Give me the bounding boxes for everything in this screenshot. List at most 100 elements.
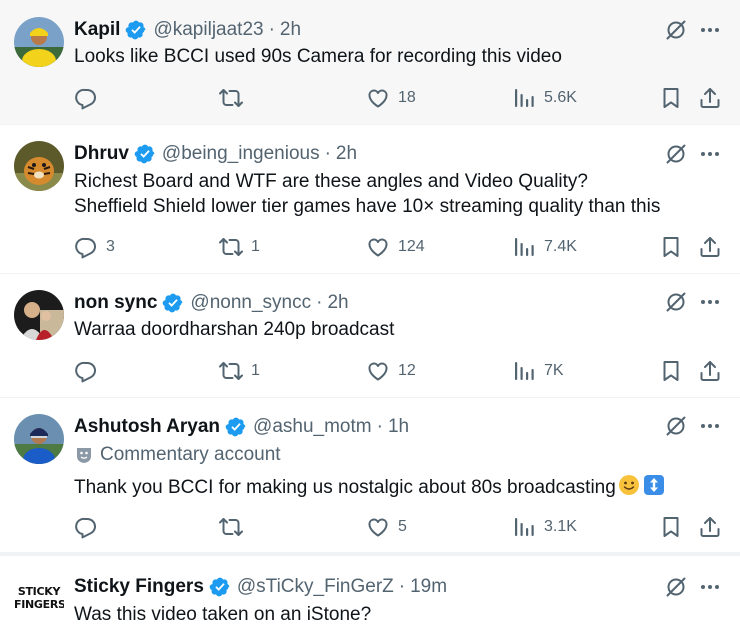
like-button[interactable]: 5 <box>366 515 407 539</box>
share-icon <box>698 359 722 383</box>
like-count: 5 <box>398 518 407 535</box>
timestamp[interactable]: 2h <box>336 143 357 165</box>
like-icon <box>366 86 390 110</box>
reply-button[interactable] <box>74 515 106 539</box>
share-icon <box>698 86 722 110</box>
retweet-icon <box>219 86 243 110</box>
commentary-icon <box>77 448 91 463</box>
reply-button[interactable]: 3 <box>74 235 115 259</box>
like-icon <box>366 359 390 383</box>
timestamp[interactable]: 1h <box>388 416 409 438</box>
share-button[interactable] <box>698 359 722 383</box>
timestamp[interactable]: 19m <box>410 576 447 598</box>
bookmark-icon <box>659 515 683 539</box>
author-handle[interactable]: @sTiCky_FinGerZ <box>237 576 394 598</box>
reply-icon <box>74 359 98 383</box>
tweet-item[interactable]: Kapil @kapiljaat23 · 2h Looks like BCCI … <box>0 0 740 125</box>
tweet-item[interactable]: Dhruv @being_ingenious · 2h Richest Boar… <box>0 125 740 274</box>
more-icon[interactable] <box>698 290 722 314</box>
grok-icon[interactable] <box>664 414 688 438</box>
commentary-label: Commentary account <box>74 444 281 466</box>
separator-dot: · <box>316 292 323 313</box>
avatar[interactable]: STICKY FINGERS <box>14 572 64 622</box>
views-button[interactable]: 7.4K <box>512 235 577 259</box>
avatar[interactable] <box>14 141 64 191</box>
bookmark-icon <box>659 359 683 383</box>
share-button[interactable] <box>698 86 722 110</box>
author-handle[interactable]: @kapiljaat23 <box>153 19 263 41</box>
author-name[interactable]: Kapil <box>74 19 120 41</box>
grok-icon[interactable] <box>664 142 688 166</box>
avatar[interactable] <box>14 414 64 464</box>
verified-badge-icon <box>225 416 247 438</box>
author-name[interactable]: non sync <box>74 292 157 314</box>
author-handle[interactable]: @being_ingenious <box>162 143 320 165</box>
author-name[interactable]: Sticky Fingers <box>74 576 204 598</box>
tweet-text-content: Thank you BCCI for making us nostalgic a… <box>74 477 616 498</box>
more-icon[interactable] <box>698 575 722 599</box>
views-icon <box>512 235 536 259</box>
retweet-button[interactable] <box>219 515 251 539</box>
views-icon <box>512 359 536 383</box>
author-name[interactable]: Dhruv <box>74 143 129 165</box>
tweet-text: Warraa doordharshan 240p broadcast <box>74 319 395 340</box>
up-down-arrow-emoji <box>643 475 664 495</box>
views-button[interactable]: 5.6K <box>512 86 577 110</box>
retweet-button[interactable] <box>219 86 251 110</box>
retweet-icon <box>219 515 243 539</box>
commentary-text: Commentary account <box>100 444 281 465</box>
retweet-icon <box>219 235 243 259</box>
tweet-text: Thank you BCCI for making us nostalgic a… <box>74 474 665 501</box>
views-icon <box>512 86 536 110</box>
more-icon[interactable] <box>698 18 722 42</box>
verified-badge-icon <box>209 576 231 598</box>
like-icon <box>366 515 390 539</box>
more-icon[interactable] <box>698 414 722 438</box>
like-button[interactable]: 18 <box>366 86 416 110</box>
avatar-logo-text: STICKY FINGERS <box>14 572 64 611</box>
retweet-button[interactable]: 1 <box>219 359 260 383</box>
views-button[interactable]: 3.1K <box>512 515 577 539</box>
view-count: 7K <box>544 362 564 379</box>
timestamp[interactable]: 2h <box>280 19 301 41</box>
grok-icon[interactable] <box>664 18 688 42</box>
bookmark-button[interactable] <box>659 86 683 110</box>
retweet-button[interactable]: 1 <box>219 235 260 259</box>
view-count: 3.1K <box>544 518 577 535</box>
views-button[interactable]: 7K <box>512 359 564 383</box>
separator-dot: · <box>268 19 275 40</box>
avatar-logo-line-1: STICKY <box>17 585 61 598</box>
tweet-item[interactable]: STICKY FINGERS Sticky Fingers @sTiCky_Fi… <box>0 553 740 626</box>
like-button[interactable]: 12 <box>366 359 416 383</box>
author-handle[interactable]: @nonn_syncc <box>190 292 311 314</box>
share-icon <box>698 515 722 539</box>
bookmark-button[interactable] <box>659 235 683 259</box>
like-count: 12 <box>398 362 416 379</box>
like-button[interactable]: 124 <box>366 235 425 259</box>
author-name[interactable]: Ashutosh Aryan <box>74 416 220 438</box>
bookmark-button[interactable] <box>659 515 683 539</box>
tweet-text: Richest Board and WTF are these angles a… <box>74 171 588 192</box>
reply-button[interactable] <box>74 359 106 383</box>
grok-icon[interactable] <box>664 290 688 314</box>
grok-icon[interactable] <box>664 575 688 599</box>
timestamp[interactable]: 2h <box>327 292 348 314</box>
share-button[interactable] <box>698 235 722 259</box>
tweet-item[interactable]: Ashutosh Aryan @ashu_motm · 1h Commentar… <box>0 398 740 553</box>
share-button[interactable] <box>698 515 722 539</box>
more-icon[interactable] <box>698 142 722 166</box>
view-count: 7.4K <box>544 238 577 255</box>
tweet-text: Was this video taken on an iStone? <box>74 604 372 625</box>
separator-dot: · <box>398 576 406 597</box>
verified-badge-icon <box>125 19 147 41</box>
reply-icon <box>74 235 98 259</box>
tweet-item[interactable]: non sync @nonn_syncc · 2h Warraa doordha… <box>0 274 740 398</box>
reply-button[interactable] <box>74 86 106 110</box>
smile-emoji <box>618 475 639 495</box>
reply-icon <box>74 86 98 110</box>
author-handle[interactable]: @ashu_motm <box>253 416 372 438</box>
bookmark-button[interactable] <box>659 359 683 383</box>
avatar[interactable] <box>14 17 64 67</box>
avatar[interactable] <box>14 290 64 340</box>
reply-icon <box>74 515 98 539</box>
